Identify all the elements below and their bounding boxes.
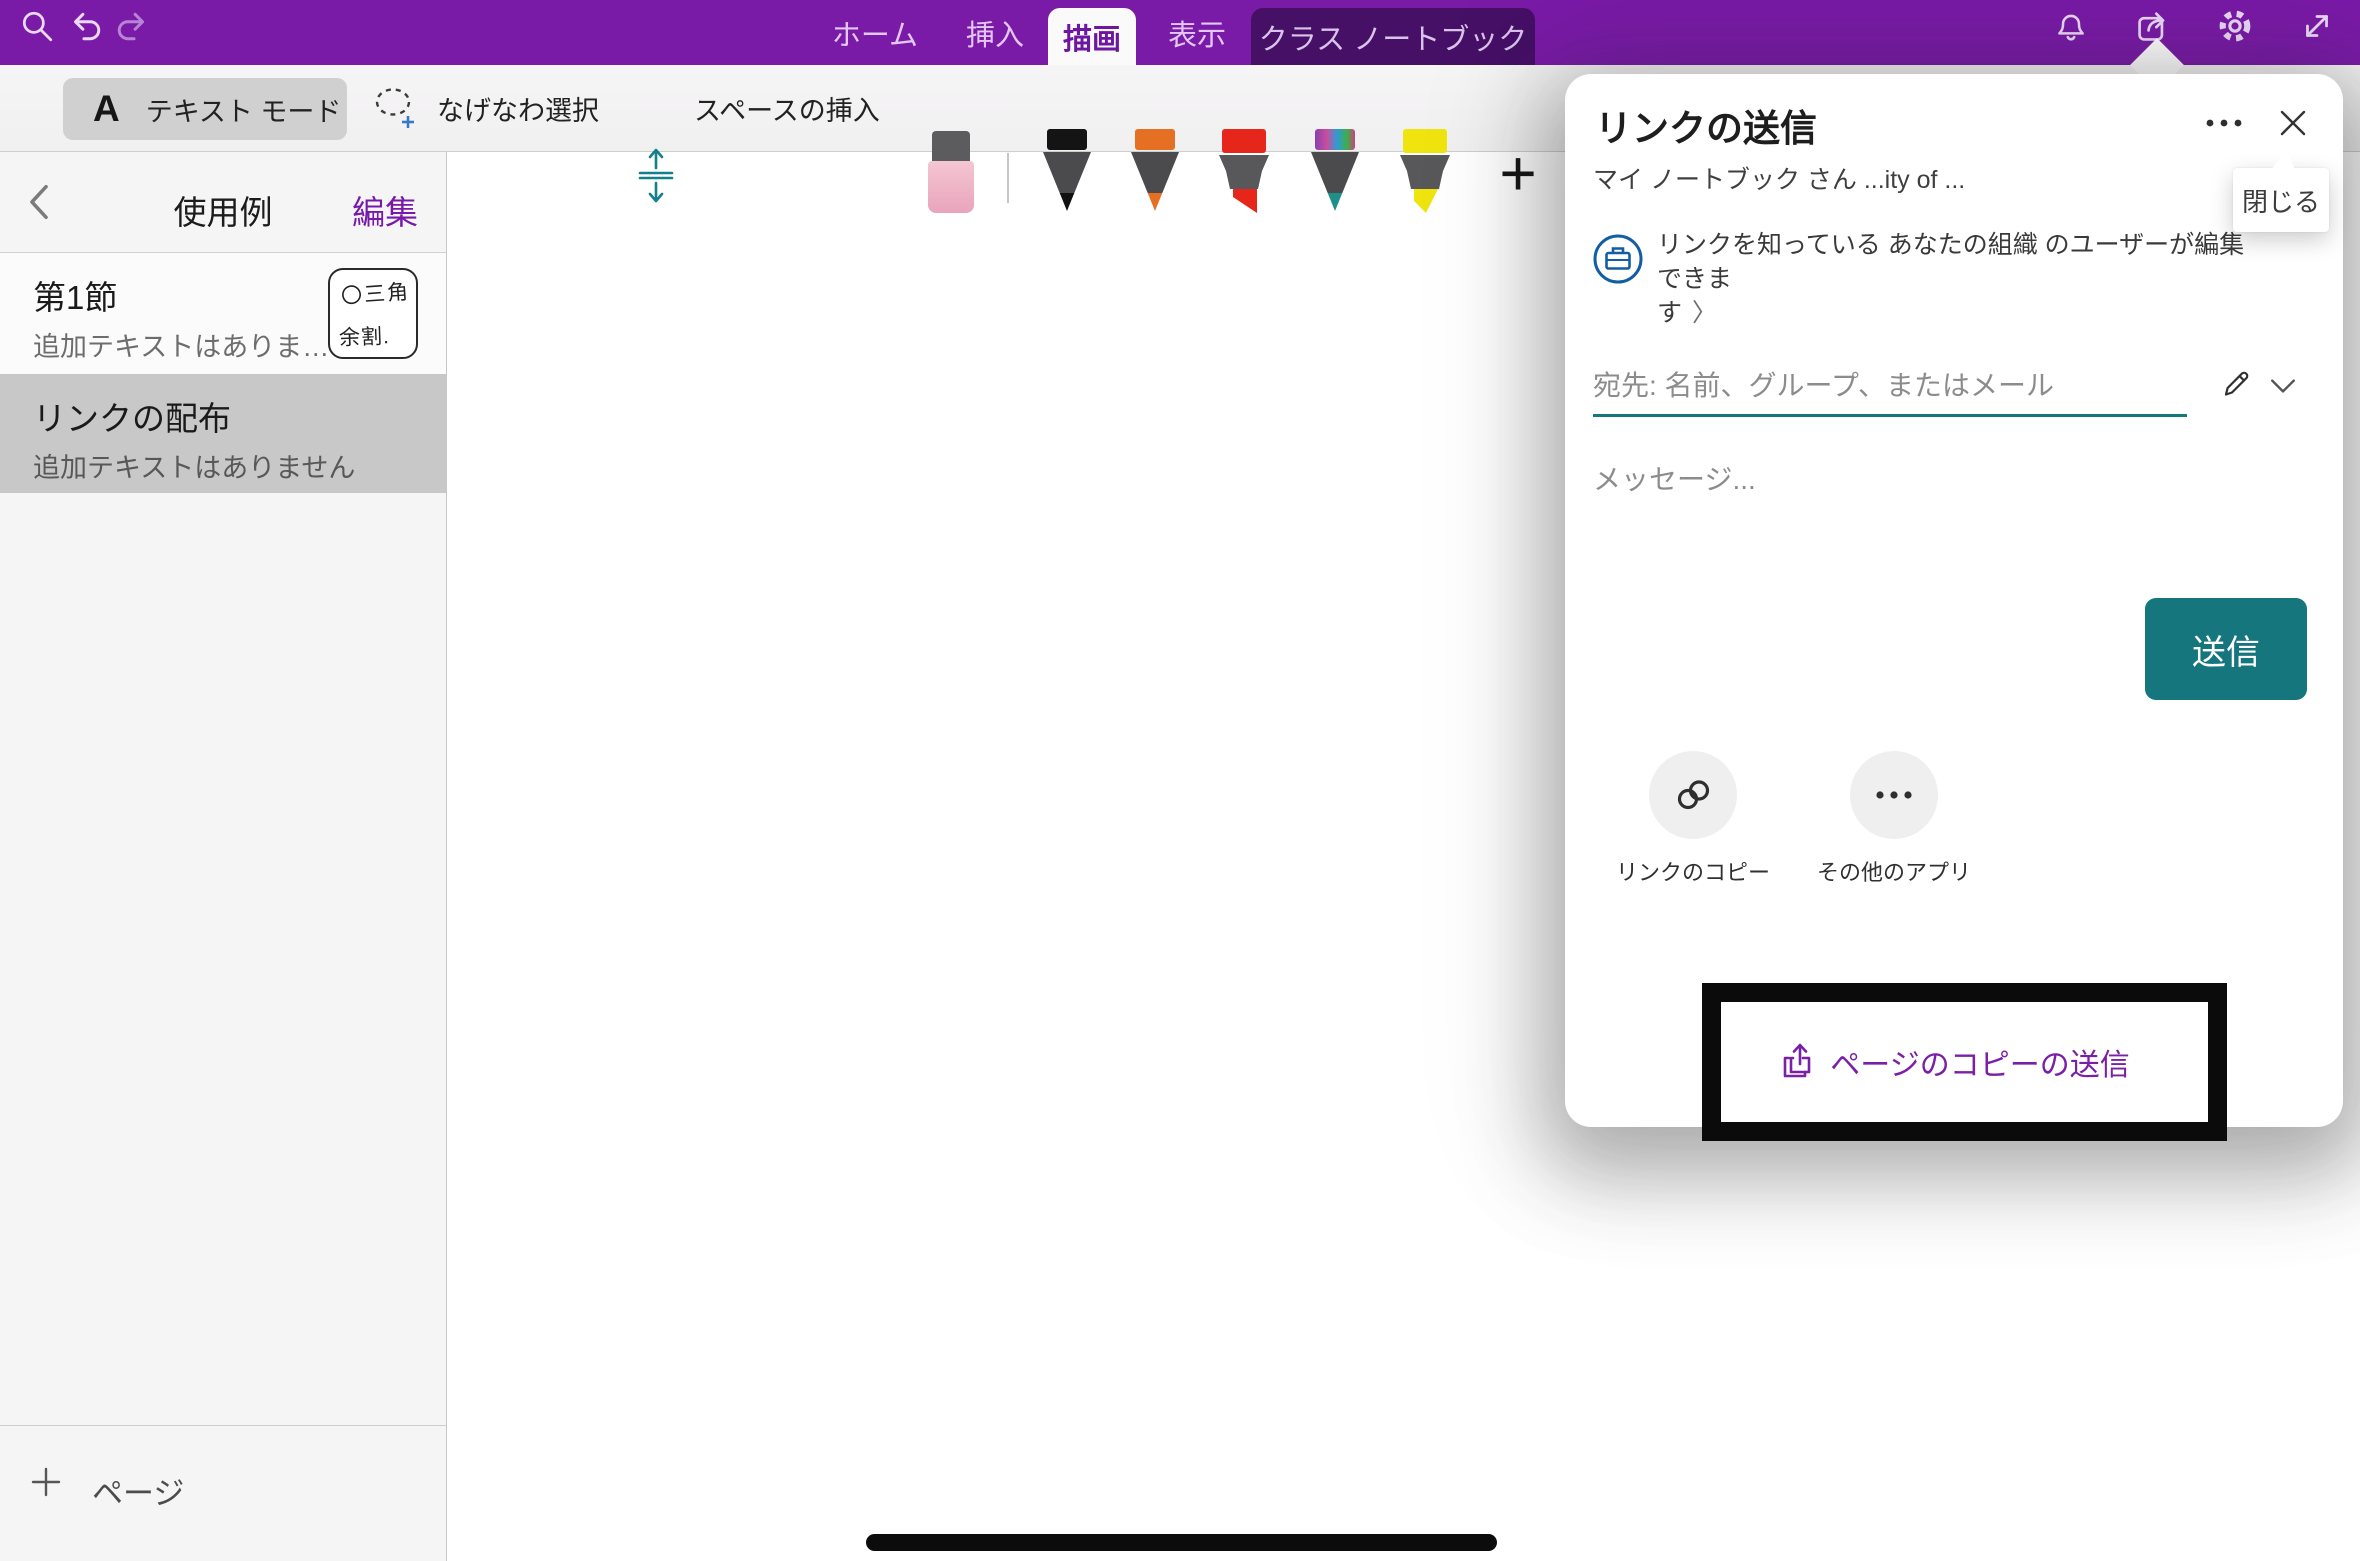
rainbow-pen-tool[interactable] <box>1308 129 1362 215</box>
tab-class-notebook[interactable]: クラス ノートブック <box>1251 8 1535 65</box>
page-list-sidebar: 使用例 編集 第1節 追加テキストはありま… 〇三角 余割. リンクの配布 追加… <box>0 152 447 1561</box>
copy-link-button[interactable]: リンクのコピー <box>1603 751 1783 887</box>
page-subtitle: 追加テキストはありま… <box>33 325 329 364</box>
organization-briefcase-icon <box>1591 232 1645 286</box>
fullscreen-expand-icon[interactable] <box>2296 5 2338 47</box>
page-item-link-distribution[interactable]: リンクの配布 追加テキストはありません <box>0 374 446 493</box>
black-pen-tool[interactable] <box>1040 129 1094 215</box>
page-title: リンクの配布 <box>33 392 231 440</box>
settings-gear-icon[interactable] <box>2214 5 2256 47</box>
home-indicator-bar[interactable] <box>866 1534 1497 1551</box>
top-app-bar: ホーム 挿入 描画 表示 クラス ノートブック <box>0 0 2360 65</box>
page-thumbnail: 〇三角 余割. <box>328 268 418 359</box>
eraser-body <box>928 161 974 213</box>
orange-pen-tool[interactable] <box>1128 129 1182 215</box>
insert-space-label[interactable]: スペースの挿入 <box>694 65 880 152</box>
close-tooltip: 閉じる <box>2233 168 2329 232</box>
permission-description: リンクを知っている あなたの組織 のユーザーが編集できま す〉 <box>1657 228 2257 330</box>
dialog-title: リンクの送信 <box>1595 98 1817 152</box>
send-page-copy-label: ページのコピーの送信 <box>1830 1040 2129 1084</box>
page-title: 第1節 <box>33 271 117 319</box>
more-apps-label: その他のアプリ <box>1804 855 1984 887</box>
link-chain-icon <box>1649 751 1737 839</box>
thumbnail-handwriting-line2: 余割. <box>338 320 390 352</box>
text-mode-label: テキスト モード <box>146 90 342 129</box>
undo-icon[interactable] <box>64 5 106 47</box>
plus-icon <box>30 1466 62 1498</box>
insert-space-icon[interactable] <box>638 146 674 204</box>
add-page-label: ページ <box>92 1468 184 1513</box>
thumbnail-handwriting-line1: 〇三角 <box>340 276 411 311</box>
page-subtitle: 追加テキストはありません <box>33 446 355 485</box>
yellow-highlighter-tool[interactable] <box>1398 129 1452 215</box>
tab-insert[interactable]: 挿入 <box>955 0 1035 65</box>
tab-draw[interactable]: 描画 <box>1048 8 1136 65</box>
page-item-section1[interactable]: 第1節 追加テキストはありま… 〇三角 余割. <box>0 253 446 374</box>
tab-home[interactable]: ホーム <box>830 0 920 65</box>
notebook-subtitle: マイ ノートブック さん ...ity of ... <box>1593 160 1965 196</box>
send-copy-upload-icon <box>1778 1042 1816 1082</box>
edit-button[interactable]: 編集 <box>352 186 432 234</box>
chevron-down-icon[interactable] <box>2263 368 2303 404</box>
chevron-right-icon: 〉 <box>1692 299 1717 327</box>
letter-a-glyph: A <box>93 88 120 130</box>
search-icon[interactable] <box>16 5 58 47</box>
more-options-icon[interactable] <box>2198 102 2250 144</box>
message-input[interactable] <box>1593 458 2293 502</box>
close-icon[interactable] <box>2271 102 2315 144</box>
eraser-cap <box>932 131 970 161</box>
link-permission-row[interactable]: リンクを知っている あなたの組織 のユーザーが編集できま す〉 <box>1585 226 2315 310</box>
lasso-select-icon[interactable] <box>372 85 422 133</box>
tooltip-label: 閉じる <box>2242 182 2320 219</box>
red-highlighter-tool[interactable] <box>1217 129 1271 215</box>
copy-link-label: リンクのコピー <box>1603 855 1783 887</box>
eraser-tool[interactable] <box>928 131 974 213</box>
ellipsis-icon <box>1850 751 1938 839</box>
text-mode-button[interactable]: A テキスト モード <box>63 78 347 140</box>
sidebar-header: 使用例 編集 <box>0 152 446 252</box>
send-link-dialog: リンクの送信 マイ ノートブック さん ...ity of ... リンクを知っ… <box>1565 74 2343 1127</box>
send-button-label: 送信 <box>2192 625 2260 674</box>
toolbar-divider <box>1007 153 1009 203</box>
add-page-button[interactable]: ページ <box>0 1425 446 1561</box>
recipient-underline <box>1593 414 2187 417</box>
tooltip-pointer <box>2271 149 2295 170</box>
lasso-select-label[interactable]: なげなわ選択 <box>437 65 599 152</box>
redo-icon[interactable] <box>112 5 154 47</box>
tab-view[interactable]: 表示 <box>1157 0 1237 65</box>
send-button[interactable]: 送信 <box>2145 598 2307 700</box>
pencil-icon[interactable] <box>2213 362 2259 406</box>
notifications-bell-icon[interactable] <box>2050 5 2092 47</box>
send-page-copy-button[interactable]: ページのコピーの送信 <box>1565 1034 2343 1090</box>
more-apps-button[interactable]: その他のアプリ <box>1804 751 1984 887</box>
add-pen-button[interactable]: + <box>1486 135 1550 211</box>
recipient-input[interactable] <box>1593 364 2183 408</box>
